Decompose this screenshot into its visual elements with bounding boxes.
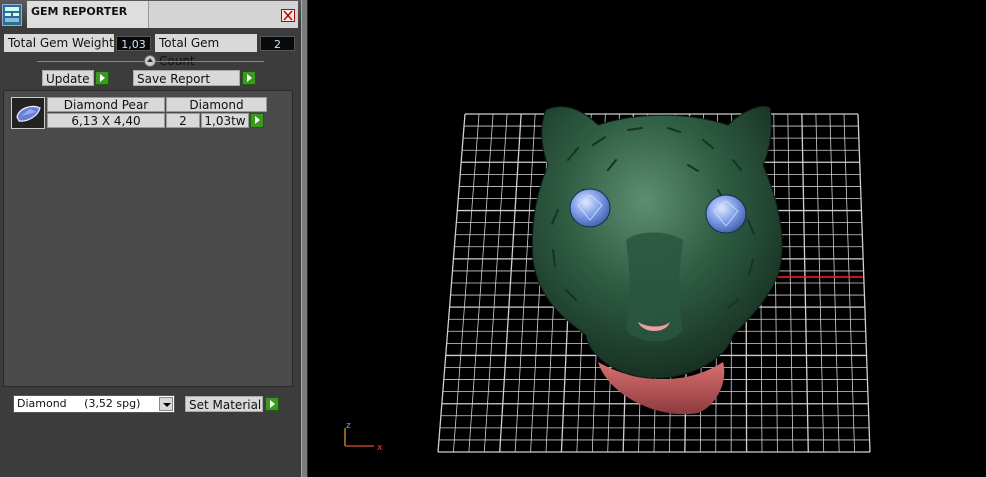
muzzle-shape [626,232,683,342]
total-gem-count-value: 2 [260,36,295,51]
gem-reporter-panel: GEM REPORTER Total Gem Weight 1,03 Total… [0,0,301,477]
gem-weight-cell[interactable]: 1,03tw [201,113,249,128]
chevron-down-icon[interactable] [159,397,173,411]
total-gem-count-label: Total Gem Count [155,34,257,68]
save-report-button[interactable]: Save Report [133,70,240,86]
update-play-icon[interactable] [95,71,109,85]
material-select[interactable]: Diamond (3,52 spg) [13,395,175,413]
material-select-value: Diamond (3,52 spg) [17,397,141,410]
save-report-play-icon[interactable] [242,71,256,85]
gem-list [3,90,293,387]
gem-size-cell[interactable]: 6,13 X 4,40 [47,113,165,128]
panel-titlebar: GEM REPORTER [0,0,301,28]
total-gem-weight-value: 1,03 [116,36,151,51]
axis-z-label: z [346,421,351,431]
gem-row-play-icon[interactable] [250,113,264,128]
set-material-button[interactable]: Set Material [185,396,263,412]
gem-name-cell[interactable]: Diamond Pear [47,97,165,112]
collapse-toggle-icon[interactable] [144,55,156,67]
panel-divider[interactable] [301,0,308,477]
axis-x-label: x [377,443,383,453]
gem-material-cell[interactable]: Diamond [166,97,267,112]
total-gem-weight-label: Total Gem Weight [4,34,114,52]
update-button[interactable]: Update [42,70,94,86]
diamond-pear-icon[interactable] [11,97,45,129]
gem-count-cell[interactable]: 2 [166,113,200,128]
close-icon[interactable] [281,9,295,22]
panther-head-model [531,105,783,415]
3d-viewport[interactable]: z x [308,0,986,477]
gem-reporter-icon [2,4,22,26]
panel-title: GEM REPORTER [27,1,148,28]
viewport-canvas: z x [344,105,871,453]
set-material-play-icon[interactable] [265,397,279,411]
title-strip [148,1,298,28]
